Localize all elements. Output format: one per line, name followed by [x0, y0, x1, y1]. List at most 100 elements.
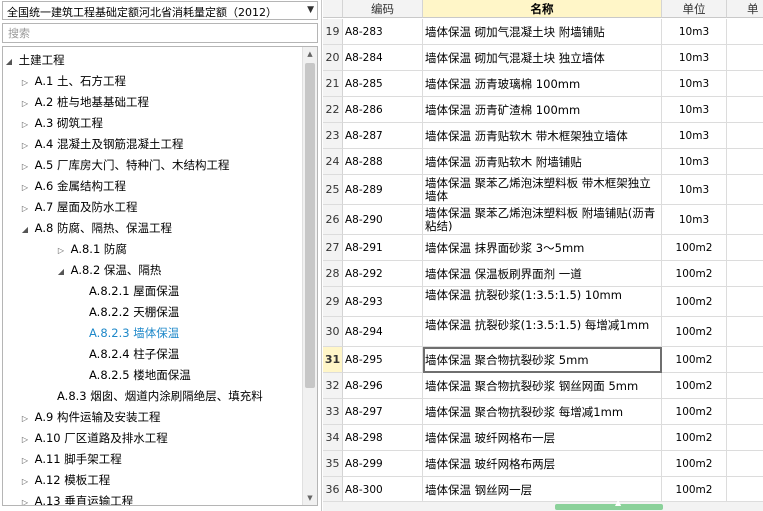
caret-collapsed-icon[interactable]: ▷: [55, 241, 67, 261]
cell-name[interactable]: 墙体保温 沥青玻璃棉 100mm: [423, 71, 662, 97]
row-number[interactable]: 31: [323, 347, 343, 373]
cell-unit[interactable]: 10m3: [662, 97, 727, 123]
row-number[interactable]: 19: [323, 19, 343, 45]
cell-code[interactable]: A8-289: [343, 175, 423, 205]
caret-collapsed-icon[interactable]: ▷: [19, 73, 31, 93]
column-header-code[interactable]: 编码: [343, 0, 423, 18]
column-header-name[interactable]: 名称: [423, 0, 662, 18]
cell-extra[interactable]: [727, 477, 763, 503]
caret-collapsed-icon[interactable]: ▷: [19, 136, 31, 156]
cell-code[interactable]: A8-296: [343, 373, 423, 399]
cell-name[interactable]: 墙体保温 沥青贴软木 附墙铺贴: [423, 149, 662, 175]
cell-unit[interactable]: 100m2: [662, 235, 727, 261]
cell-unit[interactable]: 10m3: [662, 205, 727, 235]
tree-item[interactable]: ▷ A.8.1 防腐: [55, 239, 127, 259]
row-number[interactable]: 26: [323, 205, 343, 235]
cell-name[interactable]: 墙体保温 玻纤网格布一层: [423, 425, 662, 451]
row-number[interactable]: 28: [323, 261, 343, 287]
column-header-extra[interactable]: 单: [727, 0, 763, 18]
caret-collapsed-icon[interactable]: ▷: [19, 178, 31, 198]
cell-extra[interactable]: [727, 205, 763, 235]
row-number[interactable]: 25: [323, 175, 343, 205]
tree-item[interactable]: ◢ A.8 防腐、隔热、保温工程: [19, 218, 172, 238]
cell-unit[interactable]: 100m2: [662, 261, 727, 287]
tree-item[interactable]: ▷ A.2 桩与地基基础工程: [19, 92, 149, 112]
tree-item[interactable]: A.8.3 烟囱、烟道内涂刷隔绝层、填充料: [57, 386, 263, 406]
caret-collapsed-icon[interactable]: ▷: [19, 493, 31, 505]
caret-collapsed-icon[interactable]: ▷: [19, 199, 31, 219]
tree-item[interactable]: A.8.2.3 墙体保温: [89, 323, 179, 343]
cell-code[interactable]: A8-292: [343, 261, 423, 287]
cell-unit[interactable]: 10m3: [662, 45, 727, 71]
caret-collapsed-icon[interactable]: ▷: [19, 409, 31, 429]
cell-unit[interactable]: 100m2: [662, 425, 727, 451]
cell-extra[interactable]: [727, 19, 763, 45]
cell-unit[interactable]: 100m2: [662, 477, 727, 503]
row-number[interactable]: 21: [323, 71, 343, 97]
row-number[interactable]: 27: [323, 235, 343, 261]
caret-expanded-icon[interactable]: ◢: [3, 52, 15, 72]
caret-collapsed-icon[interactable]: ▷: [19, 115, 31, 135]
scrollbar-thumb[interactable]: [305, 63, 315, 388]
cell-name[interactable]: 墙体保温 抗裂砂浆(1:3.5:1.5) 每增减1mm: [423, 317, 662, 347]
tree-item[interactable]: ▷ A.3 砌筑工程: [19, 113, 103, 133]
caret-expanded-icon[interactable]: ◢: [55, 262, 67, 282]
cell-unit[interactable]: 10m3: [662, 123, 727, 149]
tree-item[interactable]: A.8.2.4 柱子保温: [89, 344, 179, 364]
cell-extra[interactable]: [727, 451, 763, 477]
scrollbar-thumb[interactable]: [555, 504, 663, 510]
tree-item[interactable]: ◢ 土建工程: [3, 50, 65, 70]
cell-extra[interactable]: [727, 97, 763, 123]
row-number[interactable]: 32: [323, 373, 343, 399]
caret-collapsed-icon[interactable]: ▷: [19, 472, 31, 492]
tree-item[interactable]: ▷ A.12 模板工程: [19, 470, 110, 490]
cell-extra[interactable]: [727, 347, 763, 373]
row-number[interactable]: 30: [323, 317, 343, 347]
tree-item[interactable]: ▷ A.7 屋面及防水工程: [19, 197, 138, 219]
row-number[interactable]: 34: [323, 425, 343, 451]
row-number[interactable]: 35: [323, 451, 343, 477]
tree-item[interactable]: ▷ A.11 脚手架工程: [19, 449, 122, 469]
cell-name[interactable]: 墙体保温 抗裂砂浆(1:3.5:1.5) 10mm: [423, 287, 662, 317]
row-number[interactable]: 24: [323, 149, 343, 175]
cell-unit[interactable]: 100m2: [662, 373, 727, 399]
cell-name[interactable]: 墙体保温 聚合物抗裂砂浆 5mm: [423, 347, 662, 373]
cell-extra[interactable]: [727, 373, 763, 399]
cell-name[interactable]: 墙体保温 砌加气混凝土块 独立墙体: [423, 45, 662, 71]
cell-code[interactable]: A8-285: [343, 71, 423, 97]
row-number[interactable]: 20: [323, 45, 343, 71]
cell-code[interactable]: A8-283: [343, 19, 423, 45]
cell-extra[interactable]: [727, 399, 763, 425]
cell-extra[interactable]: [727, 45, 763, 71]
tree-item[interactable]: ▷ A.4 混凝土及钢筋混凝土工程: [19, 134, 184, 156]
cell-unit[interactable]: 10m3: [662, 149, 727, 175]
tree-item[interactable]: A.8.2.1 屋面保温: [89, 281, 179, 301]
cell-unit[interactable]: 100m2: [662, 287, 727, 317]
cell-name[interactable]: 墙体保温 保温板刷界面剂 一道: [423, 261, 662, 287]
cell-name[interactable]: 墙体保温 沥青贴软木 带木框架独立墙体: [423, 123, 662, 149]
tree-item[interactable]: ▷ A.13 垂直运输工程: [19, 491, 133, 505]
cell-code[interactable]: A8-293: [343, 287, 423, 317]
cell-unit[interactable]: 10m3: [662, 71, 727, 97]
cell-extra[interactable]: [727, 235, 763, 261]
cell-name[interactable]: 墙体保温 玻纤网格布两层: [423, 451, 662, 477]
tree-item[interactable]: A.8.2.2 天棚保温: [89, 302, 179, 322]
cell-code[interactable]: A8-295: [343, 347, 423, 373]
cell-name[interactable]: 墙体保温 沥青矿渣棉 100mm: [423, 97, 662, 123]
grid-horizontal-scrollbar[interactable]: ▲: [323, 498, 763, 511]
cell-code[interactable]: A8-297: [343, 399, 423, 425]
cell-unit[interactable]: 100m2: [662, 399, 727, 425]
search-input[interactable]: [2, 23, 318, 43]
cell-unit[interactable]: 10m3: [662, 19, 727, 45]
cell-name[interactable]: 墙体保温 聚合物抗裂砂浆 钢丝网面 5mm: [423, 373, 662, 399]
row-number[interactable]: 23: [323, 123, 343, 149]
cell-name[interactable]: 墙体保温 抹界面砂浆 3～5mm: [423, 235, 662, 261]
caret-collapsed-icon[interactable]: ▷: [19, 157, 31, 177]
cell-name[interactable]: 墙体保温 聚苯乙烯泡沫塑料板 附墙铺贴(沥青粘结): [423, 205, 662, 235]
cell-extra[interactable]: [727, 149, 763, 175]
cell-extra[interactable]: [727, 425, 763, 451]
cell-code[interactable]: A8-294: [343, 317, 423, 347]
quota-library-dropdown[interactable]: 全国统一建筑工程基础定额河北省消耗量定额（2012） ▼: [2, 1, 318, 20]
cell-code[interactable]: A8-287: [343, 123, 423, 149]
cell-name[interactable]: 墙体保温 砌加气混凝土块 附墙铺贴: [423, 19, 662, 45]
